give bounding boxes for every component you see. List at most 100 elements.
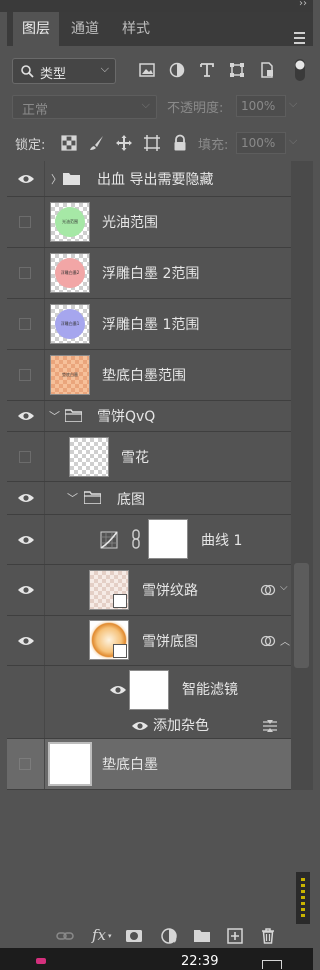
layer-thumbnail (69, 437, 109, 477)
layer-row-curves-1[interactable]: 曲线 1 (7, 515, 291, 565)
layer-name[interactable]: 浮雕白墨 2范围 (102, 263, 199, 283)
visibility-cell (7, 299, 45, 349)
layer-row-snowcake-texture[interactable]: 雪饼纹路 ⌵ (7, 565, 291, 616)
visibility-cell (7, 161, 45, 196)
layers-scrollbar[interactable] (291, 161, 313, 790)
visibility-toggle[interactable] (19, 318, 31, 330)
visibility-toggle[interactable] (19, 369, 31, 381)
lock-transparent-pixels-icon[interactable] (60, 134, 78, 152)
eye-icon[interactable] (17, 635, 35, 647)
layer-name[interactable]: 垫底白墨范围 (102, 365, 186, 385)
layer-row-emboss-white-1[interactable]: 浮雕白墨1 浮雕白墨 1范围 (7, 299, 291, 350)
layer-thumbnail: 垫底白墨 (50, 355, 90, 395)
visibility-toggle[interactable] (19, 216, 31, 228)
layer-row-emboss-white-2[interactable]: 浮雕白墨2 浮雕白墨 2范围 (7, 248, 291, 299)
layer-name[interactable]: 雪花 (121, 447, 149, 467)
thumbnail-label: 浮雕白墨2 (60, 270, 80, 275)
new-group-folder-icon[interactable] (193, 927, 211, 945)
visibility-cell (7, 666, 45, 714)
type-filter-icon[interactable] (198, 61, 216, 79)
layer-row-base-white[interactable]: 垫底白墨 (7, 739, 291, 790)
layer-name[interactable]: 雪饼纹路 (142, 580, 198, 600)
layer-row-smart-filters[interactable]: 智能滤镜 (7, 666, 291, 714)
opacity-input[interactable]: 100% (236, 95, 286, 117)
chevron-down-icon[interactable]: ⌵ (289, 134, 297, 148)
lock-label: 锁定: (15, 138, 46, 153)
eye-icon[interactable] (17, 410, 35, 422)
filter-name[interactable]: 添加杂色 (153, 715, 209, 735)
layer-name[interactable]: 浮雕白墨 1范围 (102, 314, 199, 334)
collapse-panel-icon[interactable]: ›› (299, 0, 307, 9)
fill-input[interactable]: 100% (236, 132, 286, 154)
chevron-down-icon: ▾ (173, 937, 177, 945)
tab-layers[interactable]: 图层 (13, 12, 59, 46)
window-icon[interactable] (262, 960, 282, 969)
layer-row-group-base[interactable]: ﹀ 底图 (7, 482, 291, 515)
layer-thumbnail: 浮雕白墨1 (50, 304, 90, 344)
pixel-filter-icon[interactable] (138, 61, 156, 79)
visibility-toggle[interactable] (19, 267, 31, 279)
chevron-down-icon[interactable]: ﹀ (49, 408, 60, 424)
filter-mask-thumbnail[interactable] (129, 670, 169, 710)
layer-name[interactable]: 雪饼QvQ (97, 406, 155, 426)
chevron-down-icon[interactable]: ⌵ (280, 582, 288, 593)
visibility-toggle[interactable] (19, 451, 31, 463)
new-layer-icon[interactable] (226, 927, 244, 945)
chevron-down-icon[interactable]: ⌵ (289, 97, 297, 111)
shape-filter-icon[interactable] (228, 61, 246, 79)
smart-object-badge-icon (113, 594, 127, 608)
layer-name[interactable]: 雪饼底图 (142, 631, 198, 651)
visibility-toggle[interactable] (19, 758, 31, 770)
tab-channels[interactable]: 通道 (59, 12, 111, 46)
thumbnail-label: 浮雕白墨1 (60, 321, 80, 326)
link-icon[interactable] (131, 529, 141, 549)
trash-icon[interactable] (259, 927, 277, 945)
layer-effects-icon[interactable] (260, 584, 276, 596)
lock-artboard-icon[interactable] (143, 134, 161, 152)
thumbnail-label: 光油范围 (62, 219, 78, 224)
layer-row-snowcake-base[interactable]: 雪饼底图 ︿ (7, 616, 291, 666)
visibility-cell (7, 248, 45, 298)
layer-effects-icon[interactable] (260, 635, 276, 647)
scrollbar-thumb[interactable] (294, 563, 309, 668)
layer-name[interactable]: 光油范围 (102, 212, 158, 232)
eye-icon[interactable] (109, 684, 127, 696)
panel-menu-icon[interactable] (294, 32, 305, 44)
eye-icon[interactable] (131, 720, 149, 732)
eye-icon[interactable] (17, 173, 35, 185)
lock-all-icon[interactable] (171, 134, 189, 152)
layer-name[interactable]: 曲线 1 (201, 530, 242, 550)
layer-row-group-bleed[interactable]: 〉 出血 导出需要隐藏 (7, 161, 291, 197)
tab-styles[interactable]: 样式 (111, 12, 161, 46)
chevron-down-icon[interactable]: ﹀ (67, 490, 78, 506)
eye-icon[interactable] (17, 534, 35, 546)
lock-image-pixels-icon[interactable] (88, 134, 106, 152)
layer-row-gloss-area[interactable]: 光油范围 光油范围 (7, 197, 291, 248)
lock-position-icon[interactable] (115, 134, 133, 152)
layer-mask-thumbnail[interactable] (148, 519, 188, 559)
layer-style-fx-icon[interactable]: fx (92, 926, 106, 944)
layer-row-base-white-area[interactable]: 垫底白墨 垫底白墨范围 (7, 350, 291, 401)
layer-name[interactable]: 底图 (117, 489, 145, 509)
eye-icon[interactable] (17, 492, 35, 504)
link-layers-icon[interactable] (56, 927, 74, 945)
chevron-up-icon[interactable]: ︿ (280, 633, 290, 648)
filter-row-add-noise[interactable]: 添加杂色 (7, 714, 291, 739)
thumbnail-shape: 光油范围 (55, 207, 85, 237)
filter-blending-options-icon[interactable] (262, 720, 278, 732)
app-icon[interactable] (36, 958, 46, 964)
add-mask-icon[interactable] (125, 927, 143, 945)
eye-icon[interactable] (17, 584, 35, 596)
layer-row-group-snowcake[interactable]: ﹀ 雪饼QvQ (7, 401, 291, 432)
layer-name[interactable]: 智能滤镜 (182, 679, 238, 699)
smart-object-filter-icon[interactable] (258, 61, 276, 79)
blend-mode-select[interactable]: 正常 ⌵ (12, 95, 157, 119)
layer-row-snowflake[interactable]: 雪花 (7, 432, 291, 482)
blend-mode-value: 正常 (22, 103, 49, 118)
layer-name[interactable]: 出血 导出需要隐藏 (97, 169, 213, 189)
adjustment-filter-icon[interactable] (168, 61, 186, 79)
chevron-right-icon[interactable]: 〉 (51, 171, 62, 187)
layer-filter-dropdown[interactable]: 类型 ⌵ (12, 58, 116, 84)
layer-name[interactable]: 垫底白墨 (102, 754, 158, 774)
filter-toggle-icon[interactable] (294, 58, 306, 82)
